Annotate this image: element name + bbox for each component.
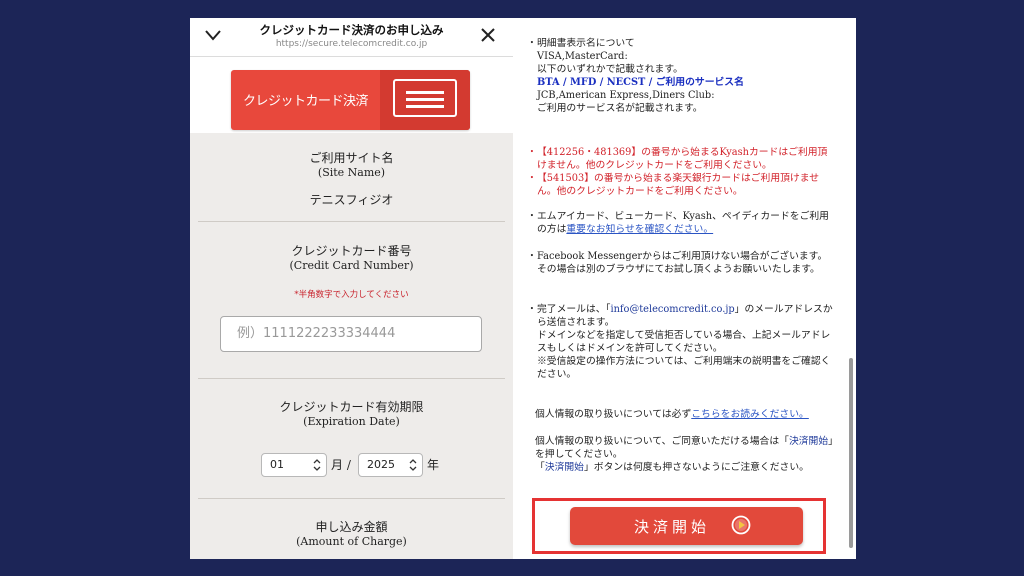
start-payment-button[interactable]: 決済開始	[570, 507, 803, 545]
browser-title: クレジットカード決済のお申し込み	[259, 23, 444, 37]
amount-label-en: (Amount of Charge)	[296, 535, 407, 548]
divider	[198, 498, 505, 499]
card-number-input[interactable]: 例）1111222233334444	[220, 316, 482, 352]
card-number-label-en: (Credit Card Number)	[289, 259, 414, 272]
select-arrows-icon	[409, 459, 417, 471]
card-number-section: クレジットカード番号 (Credit Card Number)	[190, 244, 513, 273]
close-icon[interactable]	[480, 27, 496, 43]
privacy-policy-link[interactable]: こちらをお読みください。	[691, 409, 809, 420]
notice-panel: ・明細書表示名について VISA,MasterCard: 以下のいずれかで記載さ…	[513, 18, 856, 559]
chevron-down-icon[interactable]	[204, 28, 222, 42]
browser-url: https://secure.telecomcredit.co.jp	[275, 39, 428, 49]
expiration-year-select[interactable]: 2025	[358, 453, 423, 477]
statement-descriptor: BTA / MFD / NECST / ご利用のサービス名	[537, 77, 744, 88]
divider	[198, 378, 505, 379]
rakuten-notice: 【541503】の番号から始まる楽天銀行カードはご利用頂けません。他のクレジット…	[537, 173, 820, 197]
amount-label: 申し込み金額	[315, 520, 388, 534]
credit-card-payment-button[interactable]: クレジットカード決済	[231, 70, 470, 130]
statement-line: VISA,MasterCard:	[537, 51, 628, 62]
site-name-label-en: (Site Name)	[317, 166, 386, 179]
payment-form-panel: クレジットカード決済のお申し込み https://secure.telecomc…	[190, 18, 513, 559]
payment-method-header: クレジットカード決済	[190, 57, 513, 133]
agree-notice: 個人情報の取り扱いについて、ご同意いただける場合は「決済開始」を押してください。…	[535, 436, 834, 473]
mail-address: info@telecomcredit.co.jp	[610, 304, 735, 315]
prepaid-notice: ・エムアイカード、ビューカード、Kyash、ペイディカードをご利用の方は重要なお…	[527, 211, 829, 235]
payment-method-label: クレジットカード決済	[243, 94, 369, 109]
statement-line: JCB,American Express,Diners Club:	[537, 90, 715, 101]
scrollbar[interactable]	[849, 358, 853, 548]
expiration-label: クレジットカード有効期限	[279, 400, 424, 414]
messenger-notice: ・ Facebook Messengerからはご利用頂けない場合がございます。その…	[527, 251, 828, 275]
statement-notice: ・明細書表示名について VISA,MasterCard: 以下のいずれかで記載さ…	[527, 37, 837, 115]
submit-highlight: 決済開始	[532, 498, 826, 554]
play-circle-icon	[731, 515, 751, 535]
important-notice-link[interactable]: 重要なお知らせを確認ください。	[566, 224, 713, 235]
amount-section: 申し込み金額 (Amount of Charge)	[190, 520, 513, 549]
browser-bar: クレジットカード決済のお申し込み https://secure.telecomc…	[190, 18, 513, 57]
select-arrows-icon	[313, 459, 321, 471]
month-unit: 月 /	[331, 458, 351, 472]
site-name-value: テニスフィジオ	[309, 193, 394, 207]
expiration-month-select[interactable]: 01	[261, 453, 327, 477]
card-restriction-notice: ・【412256・481369】の番号から始まるKyashカードはご利用頂けませ…	[527, 147, 828, 197]
card-number-label: クレジットカード番号	[291, 244, 412, 258]
site-name-label: ご利用サイト名	[309, 151, 394, 165]
mail-notice: ・完了メールは、「info@telecomcredit.co.jp」のメールアド…	[527, 304, 833, 380]
credit-card-icon	[380, 70, 470, 130]
statement-title: 明細書表示名について	[537, 38, 635, 49]
expiration-section: クレジットカード有効期限 (Expiration Date)	[190, 400, 513, 429]
year-unit: 年	[427, 458, 440, 472]
site-name-section: ご利用サイト名 (Site Name)	[190, 151, 513, 180]
privacy-notice: 個人情報の取り扱いについては必ずこちらをお読みください。	[535, 409, 809, 420]
expiration-label-en: (Expiration Date)	[303, 415, 400, 428]
statement-line: ご利用のサービス名が記載されます。	[537, 103, 703, 114]
month-value: 01	[270, 458, 284, 471]
card-number-note: *半角数字で入力してください	[294, 290, 409, 300]
year-value: 2025	[367, 458, 395, 471]
start-payment-label: 決済開始	[634, 518, 711, 536]
divider	[198, 221, 505, 222]
statement-line: 以下のいずれかで記載されます。	[537, 64, 683, 75]
kyash-notice: 【412256・481369】の番号から始まるKyashカードはご利用頂けません…	[537, 147, 828, 171]
